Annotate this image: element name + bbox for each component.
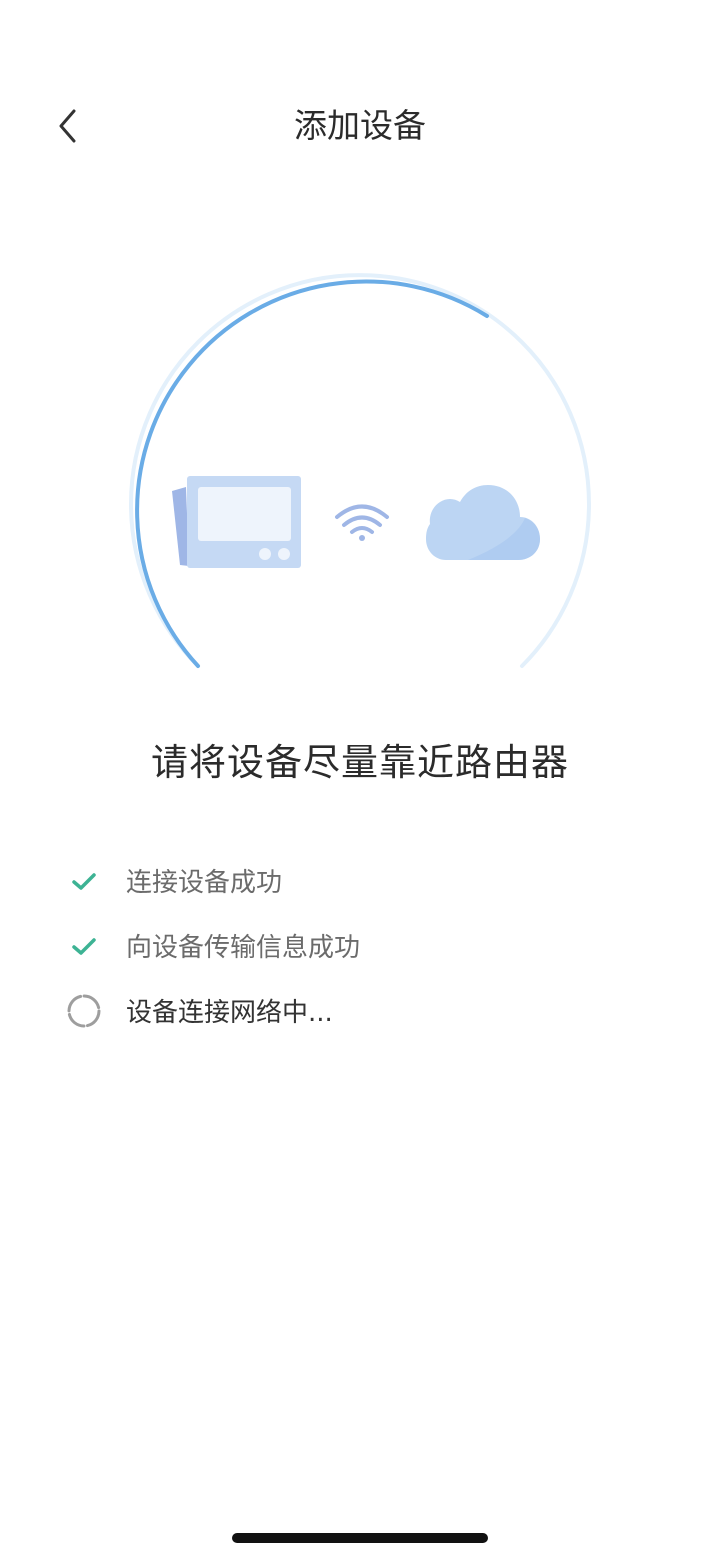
step-item: 设备连接网络中... [62, 978, 662, 1043]
chevron-left-icon [59, 109, 76, 143]
step-item: 向设备传输信息成功 [62, 913, 662, 978]
step-list: 连接设备成功 向设备传输信息成功 设备连接网络中... [62, 848, 662, 1043]
cloud-icon [426, 485, 540, 560]
device-icon [172, 476, 301, 568]
step-item: 连接设备成功 [62, 848, 662, 913]
step-label: 设备连接网络中... [126, 998, 333, 1028]
back-button[interactable] [44, 102, 92, 150]
checkmark-icon [62, 859, 106, 903]
progress-arc [135, 279, 489, 668]
step-label: 连接设备成功 [126, 868, 283, 898]
progress-arc-track [129, 273, 591, 668]
instruction-text: 请将设备尽量靠近路由器 [151, 741, 569, 784]
connection-illustration [0, 260, 720, 690]
header: 添加设备 [0, 90, 720, 162]
page-title: 添加设备 [294, 106, 426, 145]
home-indicator[interactable] [232, 1533, 488, 1543]
spinner-icon [62, 989, 106, 1033]
wifi-icon [335, 504, 389, 534]
checkmark-icon [62, 924, 106, 968]
step-label: 向设备传输信息成功 [126, 933, 361, 963]
